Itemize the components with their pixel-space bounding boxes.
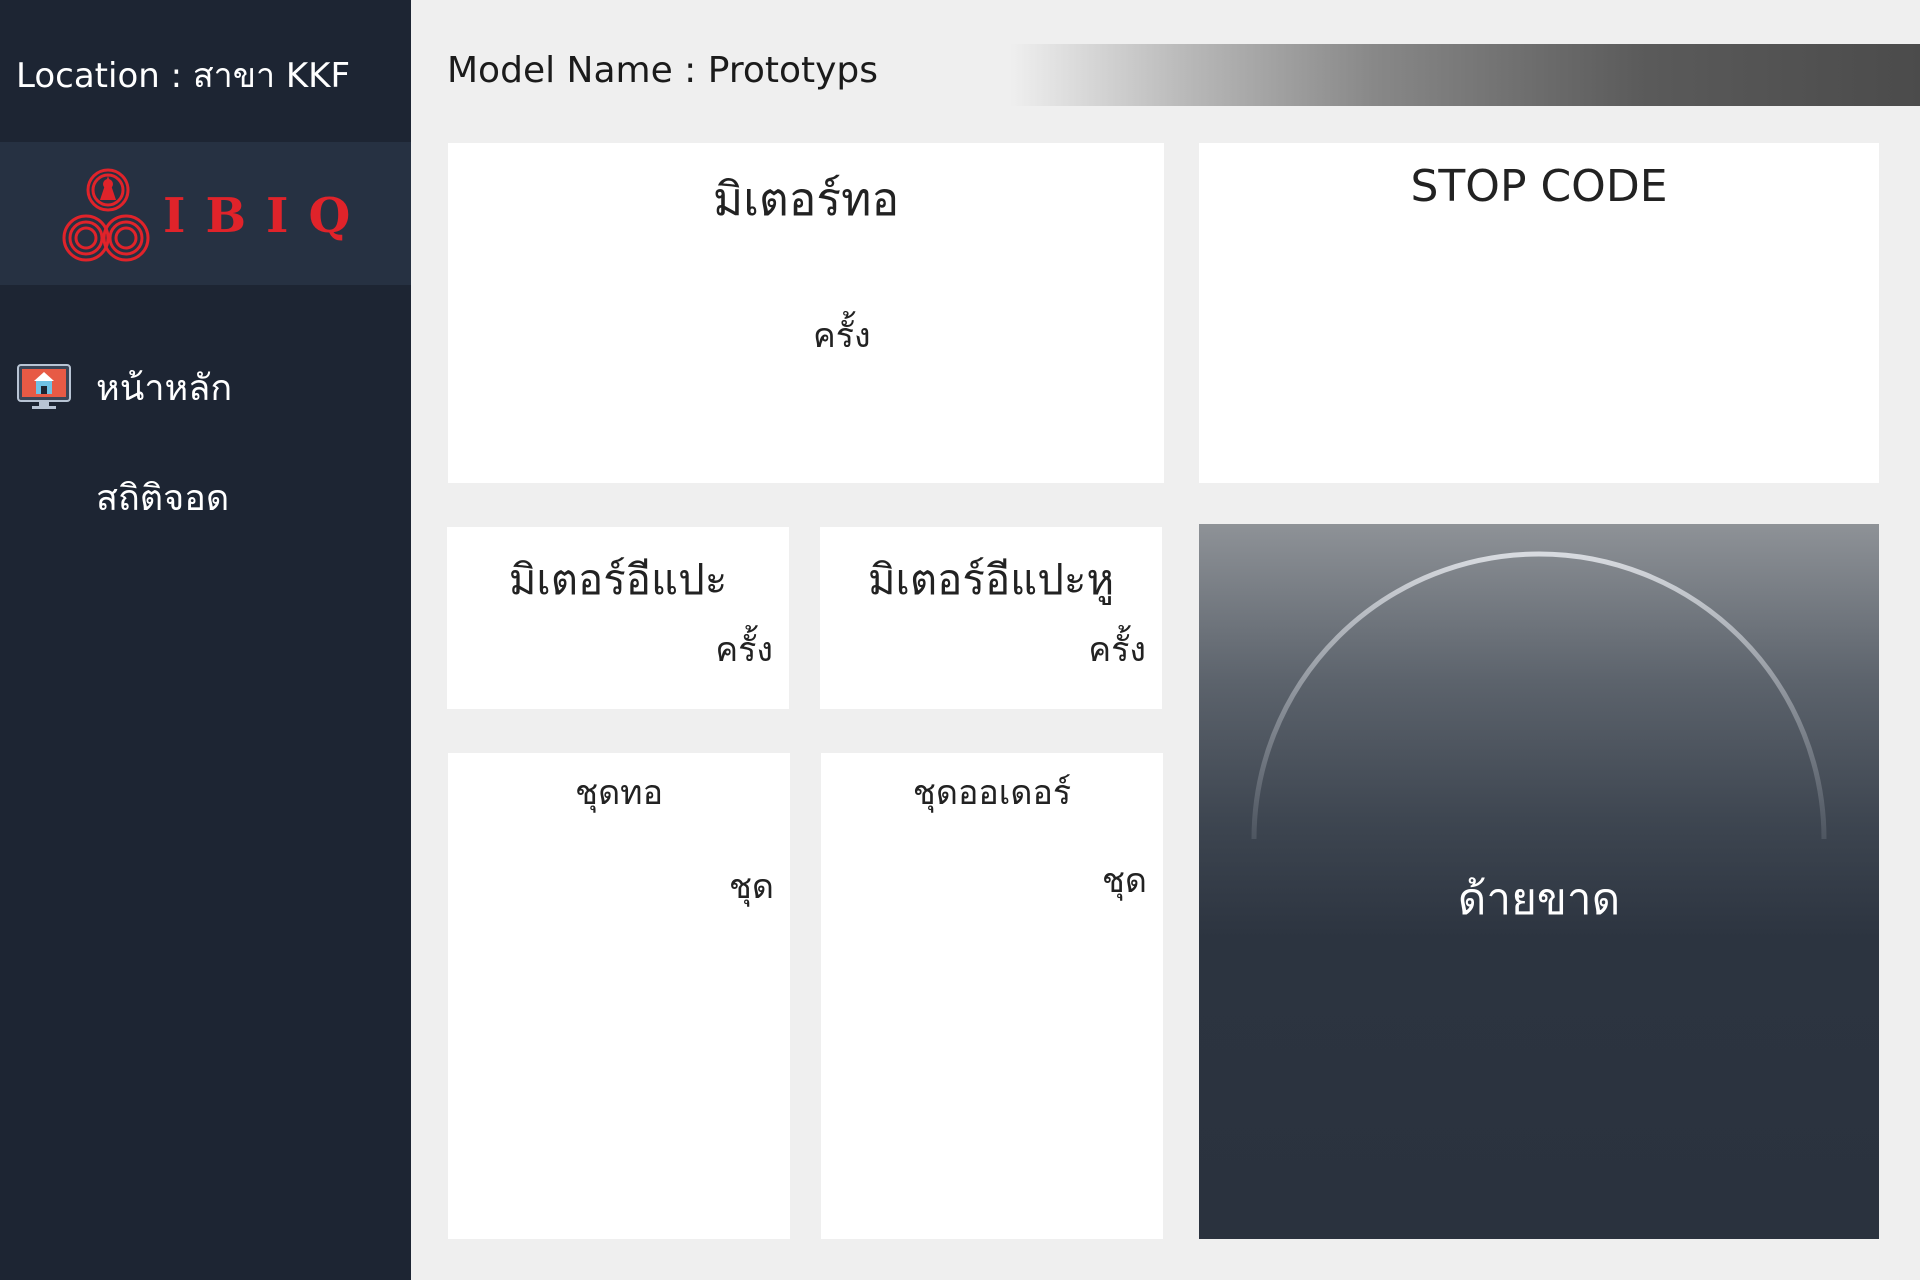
stop-code-card: STOP CODE	[1199, 143, 1879, 483]
card-title: มิเตอร์อีแปะ	[508, 555, 728, 604]
sidebar-item-home[interactable]: หน้าหลัก	[0, 352, 411, 422]
model-name: Model Name : Prototyps	[447, 50, 879, 91]
ibiq-logo-icon	[62, 168, 150, 262]
card-unit: ครั้ง	[715, 630, 773, 670]
card-title: ชุดทอ	[575, 773, 663, 813]
card-title: ชุดออเดอร์	[912, 773, 1072, 813]
card-unit: ชุด	[1101, 861, 1147, 901]
card-unit: ครั้ง	[1088, 630, 1146, 670]
card-title: STOP CODE	[1410, 161, 1668, 212]
chud-tho-card: ชุดทอ ชุด	[448, 753, 790, 1239]
chud-order-card: ชุดออเดอร์ ชุด	[821, 753, 1163, 1239]
card-unit: ครั้ง	[813, 316, 871, 356]
meter-tho-card: มิเตอร์ทอ ครั้ง	[448, 143, 1164, 483]
meter-ee-pae-hu-card: มิเตอร์อีแปะหู ครั้ง	[820, 527, 1162, 709]
broken-thread-gauge: ด้ายขาด	[1199, 524, 1879, 1239]
home-monitor-icon	[17, 364, 71, 409]
sidebar: Location : สาขา KKF IBIQ หน้าหลัก สถิติจ…	[0, 0, 411, 1280]
sidebar-item-statistics[interactable]: สถิติจอด	[0, 462, 411, 532]
sidebar-item-label: หน้าหลัก	[96, 367, 233, 409]
header-gradient-bar	[1010, 44, 1920, 106]
card-unit: ชุด	[728, 867, 774, 907]
card-title: มิเตอร์ทอ	[712, 172, 900, 226]
meter-ee-pae-card: มิเตอร์อีแปะ ครั้ง	[447, 527, 789, 709]
sidebar-item-label: สถิติจอด	[96, 477, 230, 519]
logo-text: IBIQ	[163, 188, 371, 244]
location-label: Location : สาขา KKF	[16, 56, 351, 96]
card-title: มิเตอร์อีแปะหู	[867, 555, 1115, 604]
logo: IBIQ	[0, 142, 411, 285]
gauge-label: ด้ายขาด	[1457, 874, 1621, 925]
